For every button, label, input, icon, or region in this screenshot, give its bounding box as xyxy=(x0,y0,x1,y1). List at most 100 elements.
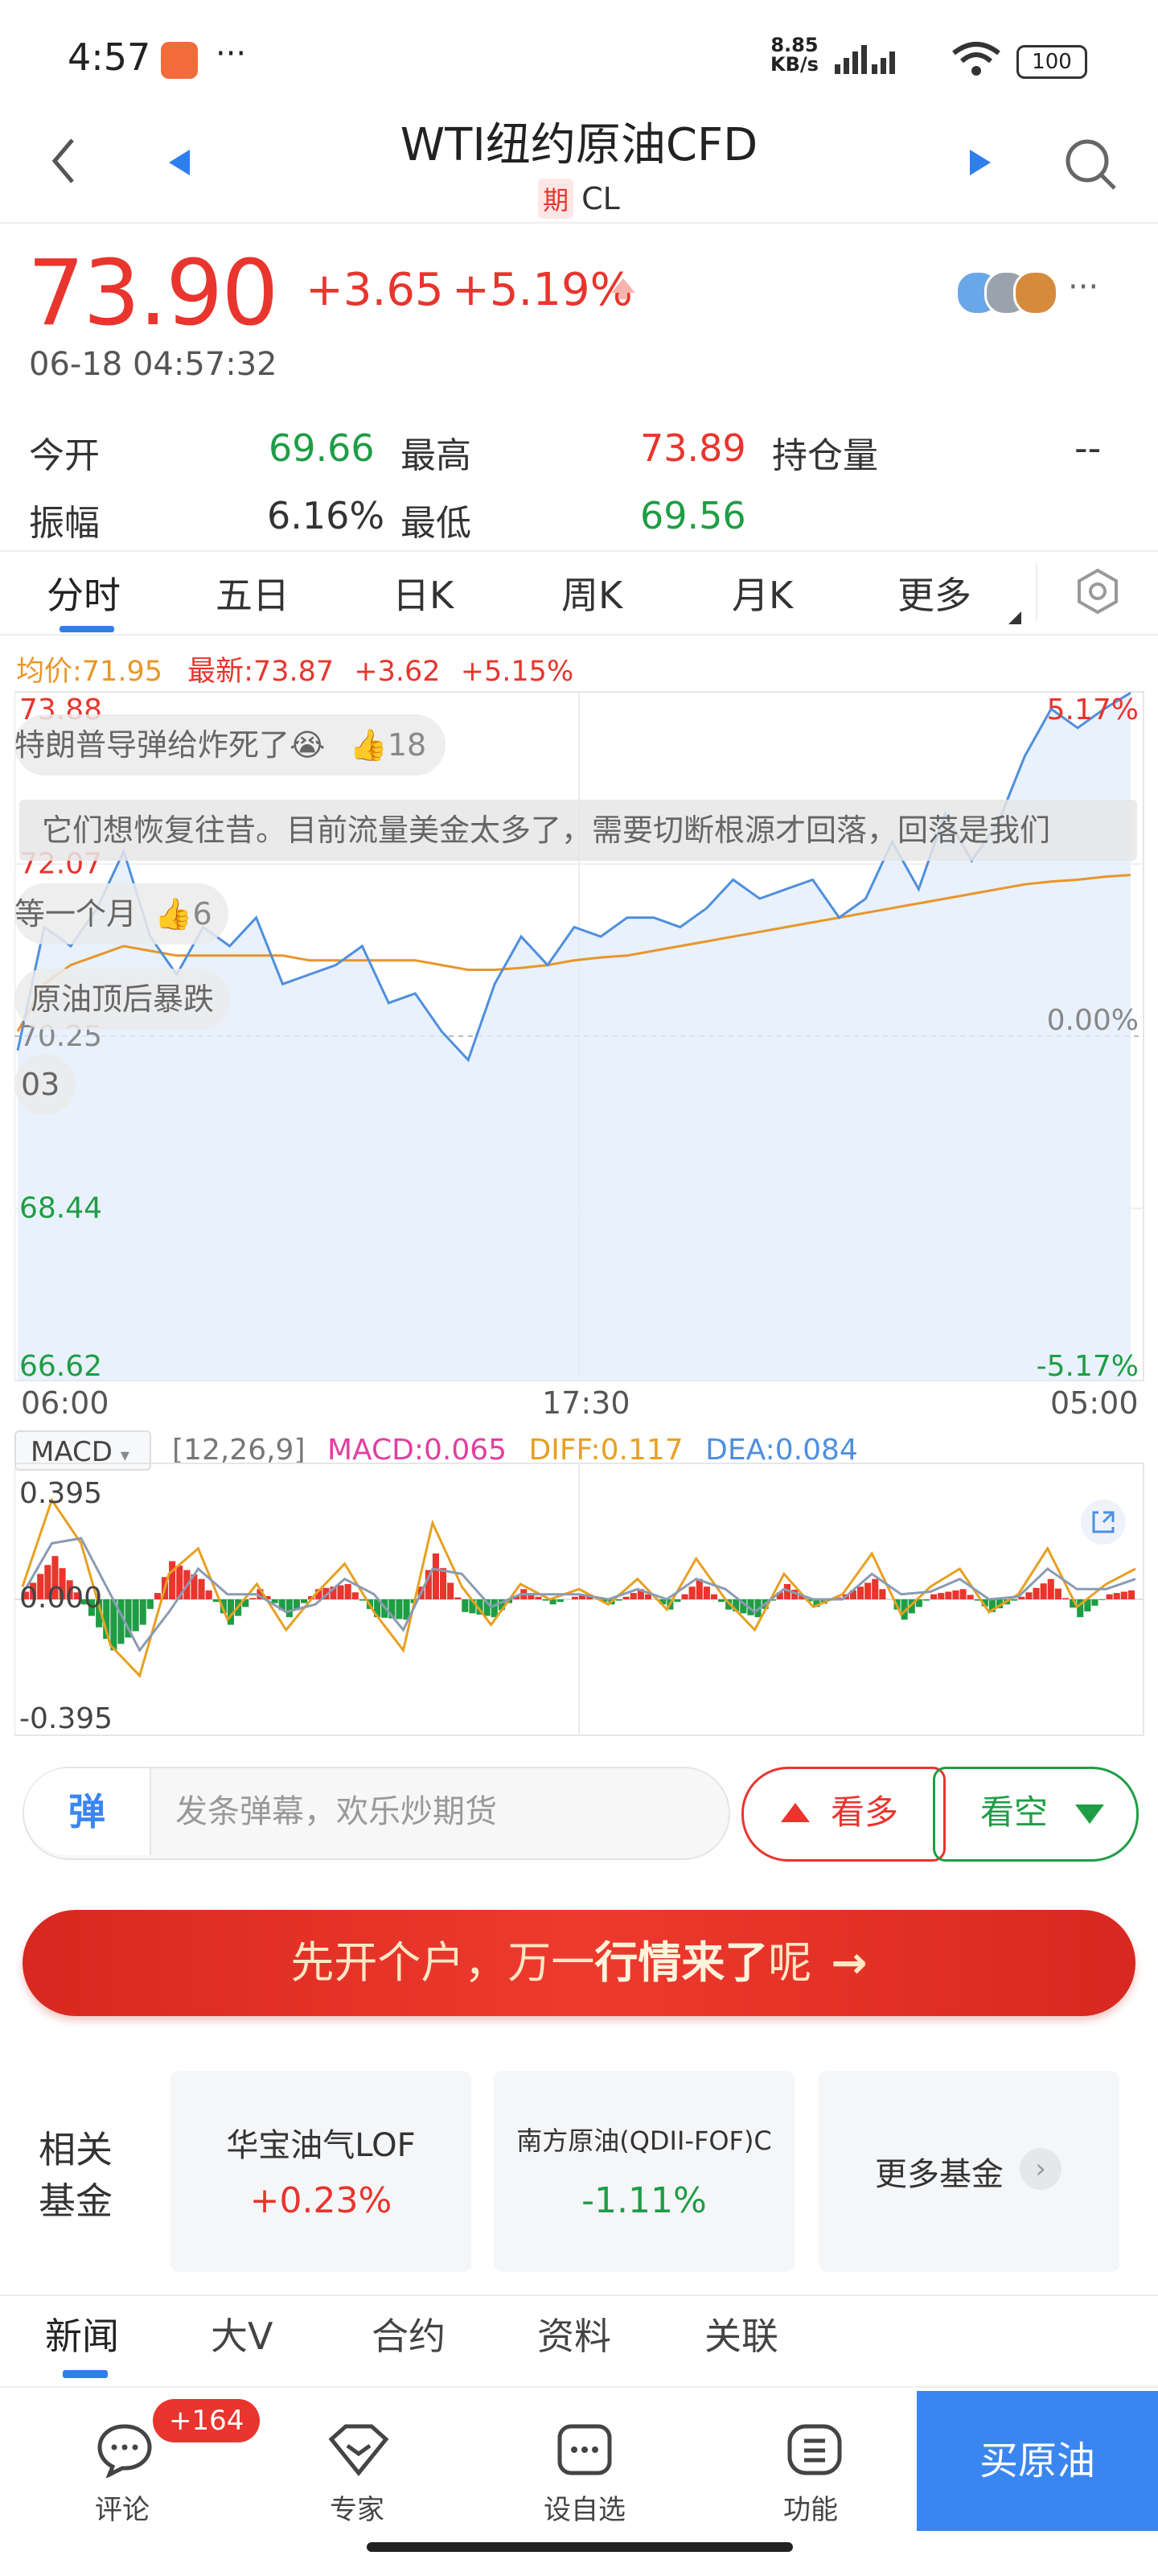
tab-five-day[interactable]: 五日 xyxy=(216,566,290,619)
macd-bar xyxy=(359,1599,366,1601)
open-label: 今开 xyxy=(29,435,100,476)
watchers-avatars[interactable] xyxy=(955,267,1060,315)
nav-functions[interactable]: 功能 xyxy=(774,2410,854,2526)
nav-comment[interactable]: 评论 xyxy=(84,2410,164,2526)
danmaku-bubble[interactable]: 等一个月 👍6 xyxy=(14,883,228,944)
macd-chart[interactable]: 0.395 0.000 -0.395 xyxy=(14,1463,1145,1736)
macd-y-top: 0.395 xyxy=(19,1477,102,1510)
macd-bar xyxy=(922,1599,930,1601)
y-axis-label: 68.44 xyxy=(19,1191,102,1224)
tab-daily-k[interactable]: 日K xyxy=(392,566,454,619)
danmaku-text: 特朗普导弹给炸死了😭 xyxy=(14,727,326,763)
nav-add-watchlist[interactable]: 设自选 xyxy=(540,2410,629,2526)
macd-bar xyxy=(1054,1588,1062,1599)
settings-hexagon-icon[interactable] xyxy=(1074,568,1121,615)
price-change-pct: +5.19% xyxy=(452,264,633,316)
expand-icon[interactable] xyxy=(1079,1498,1127,1546)
dea-value: DEA:0.084 xyxy=(705,1434,858,1467)
tabs-divider xyxy=(0,634,1158,636)
more-options-icon[interactable]: ··· xyxy=(1068,269,1098,306)
more-funds-label: 更多基金 xyxy=(875,2156,1004,2193)
danmaku-bubble[interactable]: 03 xyxy=(14,1054,76,1115)
tab-profile[interactable]: 资料 xyxy=(537,2307,611,2360)
fund-name: 南方原油(QDII-FOF)C xyxy=(516,2125,772,2156)
symbol-code: CL xyxy=(581,181,620,216)
danmaku-toggle[interactable]: 弹 xyxy=(24,1768,151,1855)
next-symbol-icon[interactable] xyxy=(968,148,992,177)
macd-bar xyxy=(1025,1592,1033,1599)
macd-bar xyxy=(491,1599,498,1618)
tab-influencers[interactable]: 大V xyxy=(211,2307,273,2360)
more-funds-card[interactable]: 更多基金 › xyxy=(819,2071,1119,2272)
macd-bar xyxy=(139,1599,146,1625)
macd-bar xyxy=(710,1594,717,1599)
macd-bar xyxy=(681,1594,688,1599)
danmaku-text: 原油顶后暴跌 xyxy=(31,981,215,1017)
funds-divider xyxy=(0,2294,1158,2296)
danmaku-text: 等一个月 xyxy=(14,896,138,932)
tab-contracts[interactable]: 合约 xyxy=(372,2307,446,2360)
home-indicator[interactable] xyxy=(367,2542,793,2552)
tab-intraday[interactable]: 分时 xyxy=(47,566,121,619)
danmaku-input-bar[interactable]: 弹 发条弹幕，欢乐炒期货 xyxy=(23,1767,730,1860)
high-value: 73.89 xyxy=(640,426,746,470)
nav-expert[interactable]: 专家 xyxy=(318,2410,399,2526)
open-account-banner[interactable]: 先开个户，万一行情来了呢 → xyxy=(23,1910,1135,2016)
macd-bar xyxy=(440,1568,447,1599)
tab-weekly-k[interactable]: 周K xyxy=(561,566,622,619)
macd-y-zero: 0.000 xyxy=(19,1582,102,1615)
buy-oil-button[interactable]: 买原油 xyxy=(917,2391,1158,2531)
macd-bar xyxy=(132,1599,139,1632)
wifi-icon xyxy=(952,42,1000,76)
tab-monthly-k[interactable]: 月K xyxy=(732,566,793,619)
fund-card[interactable]: 华宝油气LOF +0.23% xyxy=(170,2071,471,2272)
last-price: 73.90 xyxy=(27,241,279,346)
tab-more[interactable]: 更多 xyxy=(897,566,971,619)
bearish-button[interactable]: 看空 xyxy=(933,1767,1139,1862)
macd-bar xyxy=(1113,1593,1120,1599)
nav-watchlist-label: 设自选 xyxy=(544,2494,626,2526)
macd-bar xyxy=(462,1599,469,1612)
banner-text-1: 先开个户，万一 xyxy=(290,1937,595,1988)
nav-expert-label: 专家 xyxy=(330,2494,384,2526)
battery-indicator: 100 xyxy=(1016,45,1087,79)
macd-bar xyxy=(630,1593,637,1599)
bullish-button[interactable]: 看多 xyxy=(741,1767,946,1862)
expert-icon xyxy=(328,2424,389,2476)
intraday-chart[interactable]: 73.8872.0770.2568.4466.62 5.17%0.00%-5.1… xyxy=(14,690,1145,1382)
x-label-start: 06:00 xyxy=(21,1385,109,1421)
danmaku-placeholder[interactable]: 发条弹幕，欢乐炒期货 xyxy=(175,1768,497,1855)
search-icon[interactable] xyxy=(1063,137,1119,193)
danmaku-bubble[interactable]: 原油顶后暴跌 xyxy=(14,969,231,1030)
tab-separator xyxy=(1036,563,1037,621)
symbol-subtitle: 期 CL xyxy=(0,179,1158,219)
price-change: +3.65 xyxy=(306,264,444,316)
macd-bar xyxy=(622,1596,630,1599)
open-interest-label: 持仓量 xyxy=(772,435,878,476)
futures-tag: 期 xyxy=(538,179,574,219)
tab-news[interactable]: 新闻 xyxy=(45,2307,119,2360)
macd-bar xyxy=(674,1599,681,1603)
fund-card[interactable]: 南方原油(QDII-FOF)C -1.11% xyxy=(494,2071,795,2272)
macd-bar xyxy=(959,1589,967,1599)
macd-bar xyxy=(301,1599,308,1603)
latest-change-label: +3.62 xyxy=(354,656,441,688)
macd-bar xyxy=(571,1596,578,1599)
macd-bar xyxy=(945,1591,952,1599)
macd-bar xyxy=(1091,1599,1098,1606)
danmaku-likes: 6 xyxy=(192,896,212,932)
active-tab-indicator xyxy=(60,626,114,632)
danmaku-bubble[interactable]: 它们想恢复往昔。目前流量美金太多了，需要切断根源才回落，回落是我们 xyxy=(19,800,1137,861)
macd-bar xyxy=(1062,1598,1069,1599)
macd-bar xyxy=(864,1582,872,1599)
tab-related[interactable]: 关联 xyxy=(704,2307,778,2360)
macd-bar xyxy=(644,1594,651,1599)
danmaku-bubble[interactable]: 特朗普导弹给炸死了😭 👍18 xyxy=(14,714,446,776)
high-label: 最高 xyxy=(400,435,471,476)
macd-bar xyxy=(146,1599,154,1609)
menu-list-icon xyxy=(787,2424,842,2475)
macd-bar xyxy=(1047,1578,1054,1599)
macd-bar xyxy=(117,1599,125,1644)
macd-bar xyxy=(344,1584,351,1599)
macd-bar xyxy=(1040,1583,1047,1599)
